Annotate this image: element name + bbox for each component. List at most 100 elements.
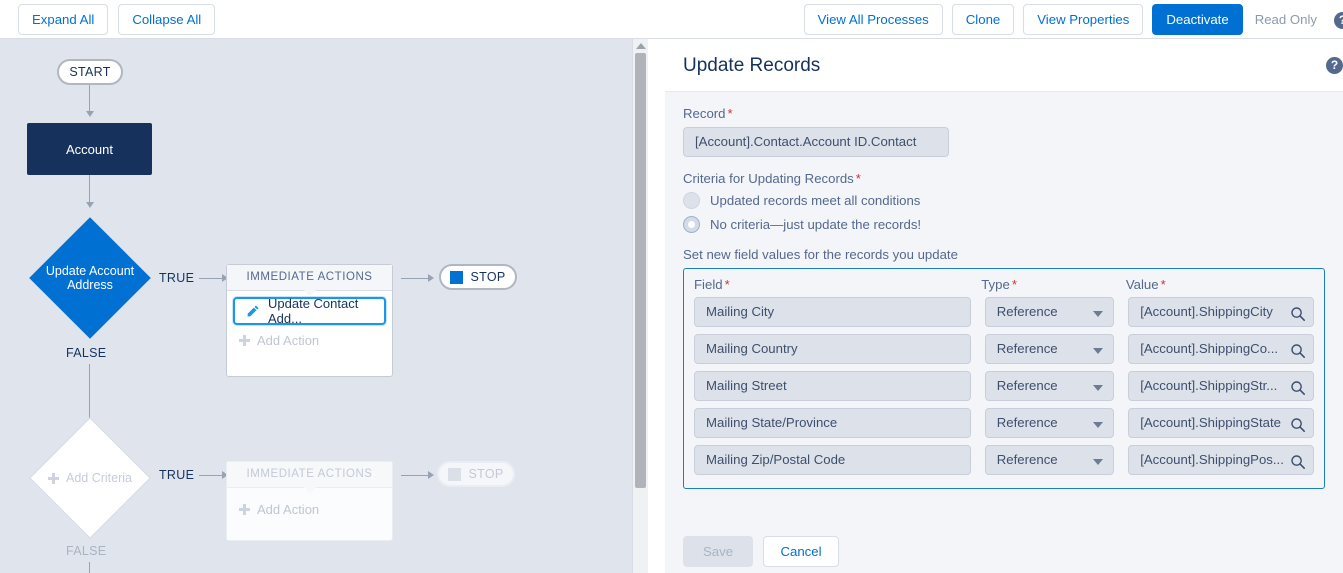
deactivate-button[interactable]: Deactivate	[1152, 4, 1243, 35]
stop-node-2[interactable]: STOP	[437, 461, 515, 487]
value-input[interactable]: [Account].ShippingCo...	[1128, 334, 1315, 364]
criteria1-true-label: TRUE	[159, 271, 195, 285]
value-input-text: [Account].ShippingCo...	[1140, 341, 1279, 356]
chevron-down-icon	[1093, 311, 1104, 317]
footer-button-group: Save Cancel	[683, 536, 1343, 567]
type-select-value: Reference	[996, 452, 1058, 467]
value-input-text: [Account].ShippingStr...	[1140, 378, 1278, 393]
connector-arrow	[428, 471, 434, 479]
panel-footer: Save Cancel	[665, 533, 1343, 573]
radio-icon[interactable]	[683, 192, 700, 209]
immediate-actions-header-2[interactable]: IMMEDIATE ACTIONS	[227, 462, 392, 493]
action-item-update-contact-address[interactable]: Update Contact Add...	[233, 296, 386, 326]
radio-icon-selected[interactable]	[683, 216, 700, 233]
radio-option-no-criteria[interactable]: No criteria—just update the records!	[683, 216, 1325, 233]
immediate-actions-group-2: IMMEDIATE ACTIONS Add Action	[226, 461, 393, 541]
read-only-status: Read Only	[1254, 12, 1317, 27]
value-input-text: [Account].ShippingCity	[1140, 304, 1273, 319]
object-node-account[interactable]: Account	[27, 123, 152, 175]
canvas-scrollbar[interactable]	[632, 39, 648, 573]
help-icon[interactable]: ?	[1334, 11, 1343, 29]
criteria-node-add-criteria[interactable]: Add Criteria	[28, 416, 152, 540]
add-action-button-2[interactable]: Add Action	[227, 494, 392, 524]
connector-start-to-object	[89, 85, 90, 112]
search-icon[interactable]	[1290, 304, 1306, 326]
criteria1-false-label: FALSE	[66, 346, 107, 360]
connector-arrow	[86, 202, 94, 208]
value-input[interactable]: [Account].ShippingStr...	[1128, 371, 1315, 401]
view-all-processes-button[interactable]: View All Processes	[803, 4, 943, 35]
field-input[interactable]: Mailing State/Province	[694, 408, 971, 438]
field-input[interactable]: Mailing Country	[694, 334, 971, 364]
panel-body: Record * [Account].Contact.Account ID.Con…	[665, 92, 1343, 489]
column-header-field: Field *	[694, 277, 981, 292]
value-input[interactable]: [Account].ShippingPos...	[1128, 445, 1315, 475]
cancel-button[interactable]: Cancel	[763, 536, 839, 567]
immediate-actions-header-1[interactable]: IMMEDIATE ACTIONS	[227, 265, 392, 296]
column-header-value: Value *	[1126, 277, 1314, 292]
required-asterisk: *	[855, 171, 861, 186]
stop-node-1[interactable]: STOP	[439, 264, 517, 290]
connector-true2	[199, 475, 223, 476]
clone-button[interactable]: Clone	[951, 4, 1015, 35]
required-asterisk: *	[1160, 277, 1166, 292]
scroll-up-arrow-icon[interactable]	[636, 43, 646, 49]
search-icon[interactable]	[1290, 415, 1306, 437]
type-select-value: Reference	[996, 341, 1058, 356]
expand-all-button[interactable]: Expand All	[18, 4, 109, 35]
criteria2-true-label: TRUE	[159, 468, 195, 482]
search-icon[interactable]	[1290, 378, 1306, 400]
start-node-label: START	[69, 65, 111, 79]
collapse-all-button[interactable]: Collapse All	[118, 4, 216, 35]
table-row: Mailing Zip/Postal Code Reference [Accou…	[694, 445, 1315, 475]
panel-header: Update Records ?	[665, 39, 1343, 92]
criteria-field-label: Criteria for Updating Records *	[683, 171, 1325, 186]
field-values-grid: Field * Type * Value * Mailing City Referen…	[683, 268, 1325, 489]
connector-arrow	[428, 274, 434, 282]
type-select[interactable]: Reference	[984, 445, 1115, 475]
search-icon[interactable]	[1290, 452, 1306, 474]
scrollbar-thumb[interactable]	[635, 53, 646, 488]
type-select-value: Reference	[996, 378, 1058, 393]
save-button[interactable]: Save	[683, 536, 753, 567]
type-select[interactable]: Reference	[984, 334, 1115, 364]
plus-icon	[239, 503, 250, 515]
field-input[interactable]: Mailing City	[694, 297, 971, 327]
criteria2-false-label: FALSE	[66, 544, 107, 558]
required-asterisk: *	[724, 277, 730, 292]
type-select[interactable]: Reference	[984, 408, 1115, 438]
view-properties-button[interactable]: View Properties	[1023, 4, 1144, 35]
record-input[interactable]: [Account].Contact.Account ID.Contact	[683, 127, 949, 157]
object-node-label: Account	[66, 141, 113, 157]
stop-square-icon	[448, 467, 462, 481]
immediate-actions-header-label: IMMEDIATE ACTIONS	[246, 271, 373, 283]
add-action-button-1[interactable]: Add Action	[227, 325, 392, 355]
value-input[interactable]: [Account].ShippingState	[1128, 408, 1315, 438]
criteria-node-update-account-address[interactable]: Update Account Address	[28, 216, 152, 340]
field-input[interactable]: Mailing Street	[694, 371, 971, 401]
stop-square-icon	[450, 270, 464, 284]
connector-actions2-to-stop2	[401, 475, 429, 476]
type-select[interactable]: Reference	[984, 371, 1115, 401]
column-header-text: Type	[981, 277, 1010, 292]
connector-actions1-to-stop1	[401, 278, 429, 279]
immediate-actions-group-1: IMMEDIATE ACTIONS Update Contact Add... …	[226, 264, 393, 377]
chevron-down-icon	[1093, 459, 1104, 465]
toolbar-left-group: Expand All Collapse All	[18, 4, 216, 35]
type-select[interactable]: Reference	[984, 297, 1115, 327]
value-input-text: [Account].ShippingState	[1140, 415, 1281, 430]
search-icon[interactable]	[1290, 341, 1306, 363]
help-icon[interactable]: ?	[1326, 57, 1343, 74]
value-input[interactable]: [Account].ShippingCity	[1128, 297, 1315, 327]
table-row: Mailing City Reference [Account].Shippin…	[694, 297, 1315, 327]
process-canvas: START Account Update Account Address TRU…	[0, 39, 648, 573]
start-node[interactable]: START	[57, 59, 123, 85]
radio-option-all-conditions[interactable]: Updated records meet all conditions	[683, 192, 1325, 209]
plus-icon	[239, 334, 250, 346]
field-input[interactable]: Mailing Zip/Postal Code	[694, 445, 971, 475]
required-asterisk: *	[727, 106, 733, 121]
required-asterisk: *	[1011, 277, 1017, 292]
connector-true1	[199, 278, 223, 279]
table-row: Mailing Country Reference [Account].Ship…	[694, 334, 1315, 364]
stop-node-label: STOP	[470, 270, 506, 284]
